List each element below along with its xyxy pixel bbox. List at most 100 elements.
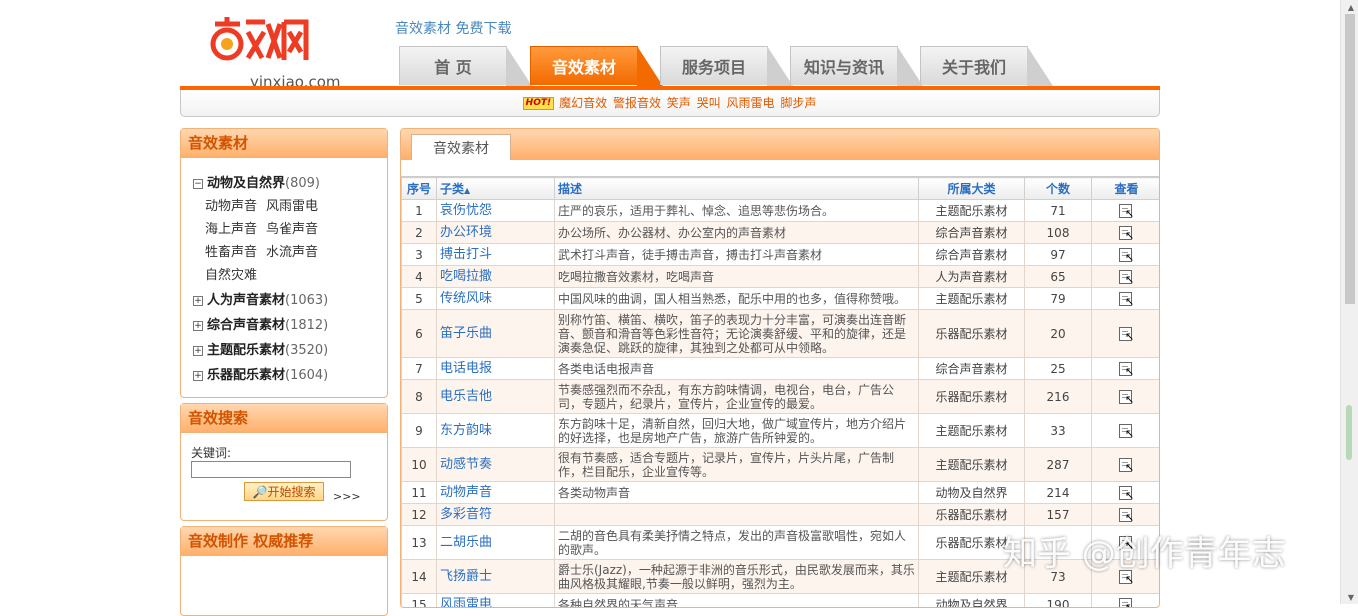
row-no: 14 [401, 559, 437, 594]
table-row: 8 电乐吉他 节奏感强烈而不杂乱，有东方韵味情调，电视台，电台，广告公司，专题片，纪… [401, 379, 1159, 414]
view-cell[interactable]: ↖ [1091, 413, 1159, 448]
nav-tab-about[interactable]: 关于我们 [920, 46, 1053, 86]
nav-tab-sound-effects[interactable]: 音效素材 [530, 46, 663, 86]
view-cell[interactable]: ↖ [1091, 593, 1159, 607]
expand-icon[interactable]: + [193, 321, 203, 331]
view-icon[interactable]: ↖ [1119, 597, 1134, 607]
view-icon[interactable]: ↖ [1119, 291, 1134, 307]
row-category: 主题配乐素材 [918, 287, 1025, 310]
table-row: 11 动物声音 各类动物声音 动物及自然界 214 ↖ [401, 481, 1159, 504]
subcategory-link[interactable]: 自然灾难 [205, 264, 257, 283]
view-icon[interactable]: ↖ [1119, 507, 1134, 523]
category-general[interactable]: + 综合声音素材(1812) [193, 314, 328, 333]
view-cell[interactable]: ↖ [1091, 357, 1159, 380]
row-category: 综合声音素材 [918, 221, 1025, 244]
subclass-link[interactable]: 笛子乐曲 [436, 309, 555, 358]
subclass-link[interactable]: 哀伤忧怨 [436, 199, 555, 222]
view-icon[interactable]: ↖ [1119, 225, 1134, 241]
view-cell[interactable]: ↖ [1091, 243, 1159, 266]
row-count: 214 [1024, 481, 1092, 504]
row-category: 动物及自然界 [918, 593, 1025, 607]
view-icon[interactable]: ↖ [1119, 247, 1134, 263]
view-cell[interactable]: ↖ [1091, 379, 1159, 414]
scroll-thumb[interactable] [1345, 14, 1355, 304]
table-row: 15 风雨雷电 各种自然界的天气声音 动物及自然界 190 ↖ [401, 593, 1159, 607]
category-theme-music[interactable]: + 主题配乐素材(3520) [193, 339, 328, 358]
site-logo[interactable]: yinxiao.com [210, 14, 350, 91]
hot-link-alarm[interactable]: 警报音效 [613, 96, 661, 110]
category-animals-nature[interactable]: − 动物及自然界(809) [193, 172, 320, 191]
col-header-no[interactable]: 序号 [401, 177, 437, 200]
subclass-link[interactable]: 多彩音符 [436, 503, 555, 526]
row-description: 庄严的哀乐，适用于葬礼、悼念、追思等悲伤场合。 [554, 199, 919, 222]
subclass-link[interactable]: 飞扬爵士 [436, 559, 555, 594]
hot-link-footsteps[interactable]: 脚步声 [780, 96, 816, 110]
subcategory-link[interactable]: 水流声音 [266, 241, 318, 260]
hot-link-magic[interactable]: 魔幻音效 [559, 96, 607, 110]
subclass-link[interactable]: 电话电报 [436, 357, 555, 380]
view-icon[interactable]: ↖ [1119, 457, 1134, 473]
col-header-category[interactable]: 所属大类 [918, 177, 1025, 200]
row-category: 综合声音素材 [918, 243, 1025, 266]
expand-icon[interactable]: + [193, 296, 203, 306]
advanced-search-link[interactable]: >>> [333, 490, 361, 503]
nav-tab-services[interactable]: 服务项目 [660, 46, 793, 86]
subclass-link[interactable]: 东方韵味 [436, 413, 555, 448]
col-header-count[interactable]: 个数 [1024, 177, 1092, 200]
view-icon[interactable]: ↖ [1119, 326, 1134, 342]
subcategory-link[interactable]: 动物声音 [205, 195, 257, 214]
row-count: 216 [1024, 379, 1092, 414]
hot-link-laugh[interactable]: 笑声 [667, 96, 691, 110]
subclass-link[interactable]: 办公环境 [436, 221, 555, 244]
col-header-subclass[interactable]: 子类▲ [436, 177, 555, 200]
subclass-link[interactable]: 动物声音 [436, 481, 555, 504]
row-count: 157 [1024, 503, 1092, 526]
view-cell[interactable]: ↖ [1091, 447, 1159, 482]
table-row: 1 哀伤忧怨 庄严的哀乐，适用于葬礼、悼念、追思等悲伤场合。 主题配乐素材 71 ↖ [401, 199, 1159, 222]
scroll-up-icon[interactable]: ▲ [1348, 3, 1354, 12]
view-icon[interactable]: ↖ [1119, 389, 1134, 405]
view-icon[interactable]: ↖ [1119, 361, 1134, 377]
vertical-scrollbar[interactable]: ▲ ▼ [1340, 0, 1358, 604]
hot-link-storm[interactable]: 风雨雷电 [726, 96, 774, 110]
table-row: 3 搏击打斗 武术打斗声音，徒手搏击声音，搏击打斗声音素材 综合声音素材 97 ↖ [401, 243, 1159, 266]
subclass-link[interactable]: 传统风味 [436, 287, 555, 310]
subcategory-link[interactable]: 风雨雷电 [266, 195, 318, 214]
scroll-down-icon[interactable]: ▼ [1348, 593, 1354, 602]
collapse-icon[interactable]: − [193, 179, 203, 189]
main-tab[interactable]: 音效素材 [411, 134, 511, 160]
col-header-desc[interactable]: 描述 [554, 177, 919, 200]
subcategory-link[interactable]: 海上声音 [205, 218, 257, 237]
view-icon[interactable]: ↖ [1119, 269, 1134, 285]
search-button[interactable]: 🔎开始搜索 [244, 482, 324, 501]
subcategory-link[interactable]: 鸟雀声音 [266, 218, 318, 237]
subclass-link[interactable]: 风雨雷电 [436, 593, 555, 607]
hot-link-cry[interactable]: 哭叫 [697, 96, 721, 110]
nav-tab-knowledge[interactable]: 知识与资讯 [790, 46, 923, 86]
expand-icon[interactable]: + [193, 346, 203, 356]
view-icon[interactable]: ↖ [1119, 485, 1134, 501]
side-float-widget[interactable] [1346, 405, 1352, 460]
category-instrument-music[interactable]: + 乐器配乐素材(1604) [193, 364, 328, 383]
nav-tab-home[interactable]: 首 页 [399, 46, 532, 86]
row-description: 吃喝拉撒音效素材，吃喝声音 [554, 265, 919, 288]
keyword-input[interactable] [191, 461, 351, 478]
row-count: 65 [1024, 265, 1092, 288]
view-cell[interactable]: ↖ [1091, 199, 1159, 222]
subclass-link[interactable]: 电乐吉他 [436, 379, 555, 414]
view-cell[interactable]: ↖ [1091, 503, 1159, 526]
category-human[interactable]: + 人为声音素材(1063) [193, 289, 328, 308]
subclass-link[interactable]: 二胡乐曲 [436, 525, 555, 560]
view-icon[interactable]: ↖ [1119, 423, 1134, 439]
subclass-link[interactable]: 搏击打斗 [436, 243, 555, 266]
view-cell[interactable]: ↖ [1091, 265, 1159, 288]
view-icon[interactable]: ↖ [1119, 203, 1134, 219]
subcategory-link[interactable]: 牲畜声音 [205, 241, 257, 260]
view-cell[interactable]: ↖ [1091, 481, 1159, 504]
view-cell[interactable]: ↖ [1091, 309, 1159, 358]
view-cell[interactable]: ↖ [1091, 287, 1159, 310]
subclass-link[interactable]: 吃喝拉撒 [436, 265, 555, 288]
subclass-link[interactable]: 动感节奏 [436, 447, 555, 482]
expand-icon[interactable]: + [193, 371, 203, 381]
view-cell[interactable]: ↖ [1091, 221, 1159, 244]
